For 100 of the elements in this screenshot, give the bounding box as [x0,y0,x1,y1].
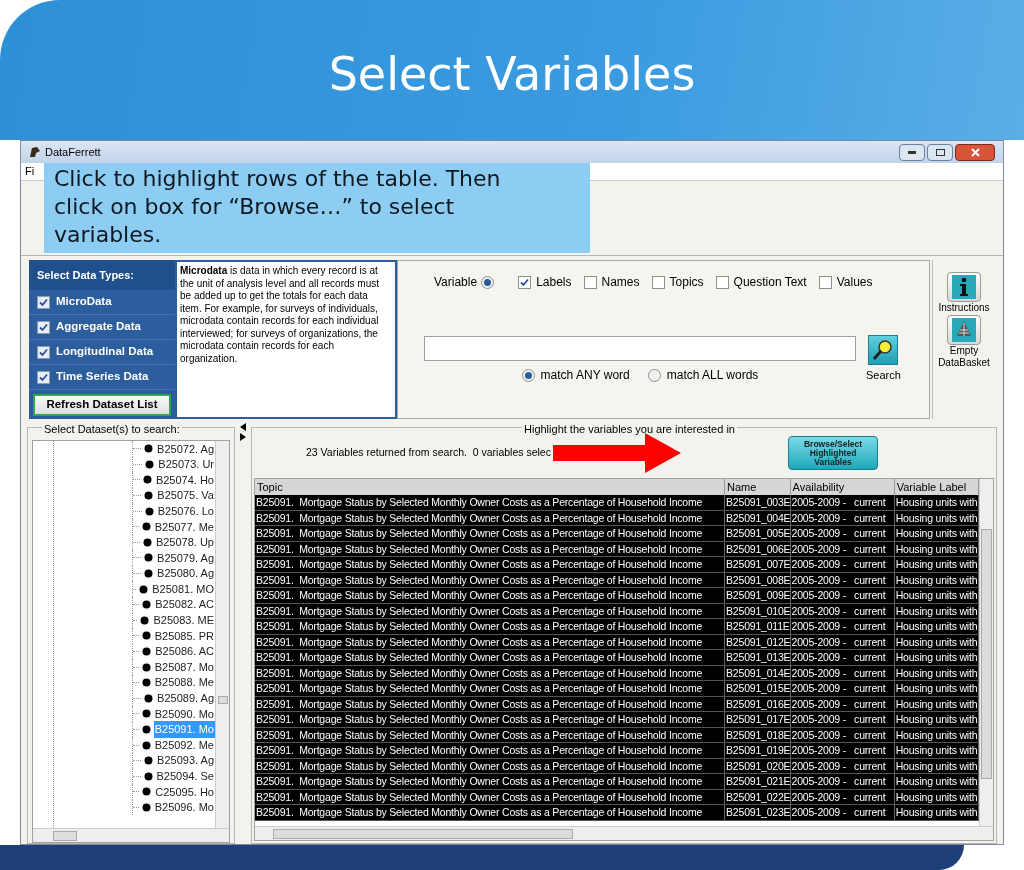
results-status: 23 Variables returned from search. 0 variables selec [306,445,551,461]
checkbox[interactable] [37,320,50,334]
bullet-icon [141,740,151,750]
table-cell: B25091. Mortgage Status by Selected Monthly Owner Costs as a Percentage of Household Income [255,696,726,711]
maximize-icon [935,148,945,156]
data-type-label: Time Series Data [56,369,149,385]
dataset-item[interactable]: B25076. Lo [156,502,215,520]
table-row[interactable]: B25091. Mortgage Status by Selected Monthly Owner Costs as a Percentage of Household Income B25091_015E2005-2009 - current Housing units with [255,681,979,697]
search-field-option: Labels [536,273,572,291]
dataset-item[interactable]: B25094. Se [155,768,215,785]
table-cell: 2005-2009 - current [790,681,895,696]
table-row[interactable]: B25091. Mortgage Status by Selected Monthly Owner Costs as a Percentage of Household Income B25091_019E2005-2009 - current Housing units with [255,743,979,759]
radio-button[interactable] [521,368,535,382]
table-cell: B25091. Mortgage Status by Selected Monthly Owner Costs as a Percentage of Household Income [255,572,726,587]
vertical-scrollbar[interactable] [979,479,993,826]
dataset-item[interactable]: B25082. AC [154,596,215,613]
table-row[interactable]: B25091. Mortgage Status by Selected Monthly Owner Costs as a Percentage of Household Income B25091_017E2005-2009 - current Housing units with [255,712,979,728]
table-cell: 2005-2009 - current [790,789,895,804]
tool-button[interactable] [947,272,981,302]
dataset-item[interactable]: B25079. Ag [156,549,215,567]
dataset-item[interactable]: B25093. Ag [156,752,215,769]
table-cell: B25091. Mortgage Status by Selected Monthly Owner Costs as a Percentage of Household Income [255,789,726,804]
menu-item[interactable]: Fi [25,163,35,180]
table-cell: Housing units with [894,510,979,525]
dataset-item[interactable]: B25096. Mo [153,799,215,816]
table-cell: B25091. Mortgage Status by Selected Monthly Owner Costs as a Percentage of Household Income [255,758,726,773]
table-cell: 2005-2009 - current [790,774,895,789]
table-row[interactable]: B25091. Mortgage Status by Selected Monthly Owner Costs as a Percentage of Household Income B25091_021E2005-2009 - current Housing units with [255,774,979,790]
dataset-item[interactable]: B25081. MO [151,580,215,598]
table-cell: Housing units with [894,696,979,711]
horizontal-scrollbar[interactable] [255,826,993,840]
refresh-dataset-list-button[interactable]: Refresh Dataset List [33,393,171,416]
checkbox[interactable] [37,345,50,359]
dataset-item[interactable]: B25092. Me [153,736,215,754]
dataset-item[interactable]: B25090. Mo [153,705,215,723]
radio-button[interactable] [647,368,661,382]
dataset-item[interactable]: B25087. Mo [153,658,215,676]
browse-select-button[interactable]: Browse/Select Highlighted Variables [788,436,878,470]
checkbox[interactable] [37,370,50,384]
table-row[interactable]: B25091. Mortgage Status by Selected Monthly Owner Costs as a Percentage of Household Income B25091_007E2005-2009 - current Housing units with [255,557,979,573]
bullet-icon [141,662,151,672]
table-cell: Housing units with [894,743,979,758]
table-row[interactable]: B25091. Mortgage Status by Selected Monthly Owner Costs as a Percentage of Household Income B25091_023E2005-2009 - current Housing units with [255,805,979,821]
dataset-item[interactable]: B25074. Ho [154,471,215,489]
checkmark-icon [520,277,530,287]
bullet-icon [144,553,154,563]
table-cell: Housing units with [894,774,979,789]
vertical-scrollbar[interactable] [215,441,229,828]
table-cell: B25091. Mortgage Status by Selected Monthly Owner Costs as a Percentage of Household Income [255,634,726,649]
horizontal-scrollbar[interactable] [33,828,229,842]
dataset-item[interactable]: B25077. Me [153,518,215,535]
info-icon [952,275,976,299]
minimize-button[interactable] [899,143,925,161]
checkbox[interactable] [518,275,532,289]
table-cell: B25091_012E [725,634,791,649]
dataset-item[interactable]: B25085. PR [153,627,215,645]
table-cell: 2005-2009 - current [790,634,895,649]
table-cell: B25091_016E [725,696,791,711]
table-cell: 2005-2009 - current [790,572,895,587]
dataset-item[interactable]: C25095. Ho [154,783,215,801]
table-row[interactable]: B25091. Mortgage Status by Selected Monthly Owner Costs as a Percentage of Household Income B25091_013E2005-2009 - current Housing units with [255,650,979,666]
search-input[interactable] [424,336,856,361]
search-button[interactable] [868,335,899,365]
search-field-option: Question Text [733,273,807,291]
table-cell: B25091_017E [725,712,791,727]
table-row[interactable]: B25091. Mortgage Status by Selected Monthly Owner Costs as a Percentage of Household Income B25091_009E2005-2009 - current Housing units with [255,588,979,604]
table-row[interactable]: B25091. Mortgage Status by Selected Monthly Owner Costs as a Percentage of Household Income B25091_003E2005-2009 - current Housing units with [255,495,979,511]
checkbox[interactable] [583,275,597,289]
dataset-item[interactable]: B25089. Ag [156,690,215,707]
close-icon [970,147,980,157]
close-button[interactable] [955,143,995,161]
table-cell: Housing units with [894,712,979,727]
table-cell: B25091. Mortgage Status by Selected Monthly Owner Costs as a Percentage of Household Income [255,603,726,618]
table-row[interactable]: B25091. Mortgage Status by Selected Monthly Owner Costs as a Percentage of Household Income B25091_005E2005-2009 - current Housing units with [255,526,979,542]
checkbox[interactable] [651,275,665,289]
dataset-item[interactable]: B25072. Ag [156,441,215,458]
radio-button[interactable] [481,275,495,289]
table-cell: 2005-2009 - current [790,510,895,525]
table-row[interactable]: B25091. Mortgage Status by Selected Monthly Owner Costs as a Percentage of Household Income B25091_011E 2005-2009 - current Housing units with [255,619,979,635]
checkbox[interactable] [818,275,832,289]
dataset-item[interactable]: B25080. Ag [156,565,215,582]
dataset-item[interactable]: B25073. Ur [157,456,215,473]
ferret-logo-icon [29,146,41,158]
maximize-button[interactable] [927,143,953,161]
dataset-item[interactable]: B25075. Va [156,487,215,504]
bullet-icon [143,771,153,781]
table-cell: B25091_014E [725,665,791,680]
dataset-item[interactable]: B25086. AC [154,643,215,660]
description-text: Microdata is data in which every record is at the unit of analysis level and all records must be added up to get the totals for each data item. For example, for surveys of individuals, microdata contain records for each individual interviewed; for surveys of organizations, the microdata contain records for each organization. [180,265,380,365]
dataset-item[interactable]: B25088. Me [153,674,215,691]
slide-title: Select Variables [328,45,696,103]
table-cell: B25091. Mortgage Status by Selected Monthly Owner Costs as a Percentage of Household Income [255,727,726,742]
tool-label: Instructions [937,302,991,314]
dataset-item[interactable]: B25083. ME [152,612,215,629]
tool-button[interactable] [947,315,981,345]
dataset-item[interactable]: B25078. Up [154,534,215,551]
checkmark-icon [39,297,48,307]
checkbox[interactable] [715,275,729,289]
checkmark-icon [39,372,48,382]
checkbox[interactable] [37,295,50,309]
